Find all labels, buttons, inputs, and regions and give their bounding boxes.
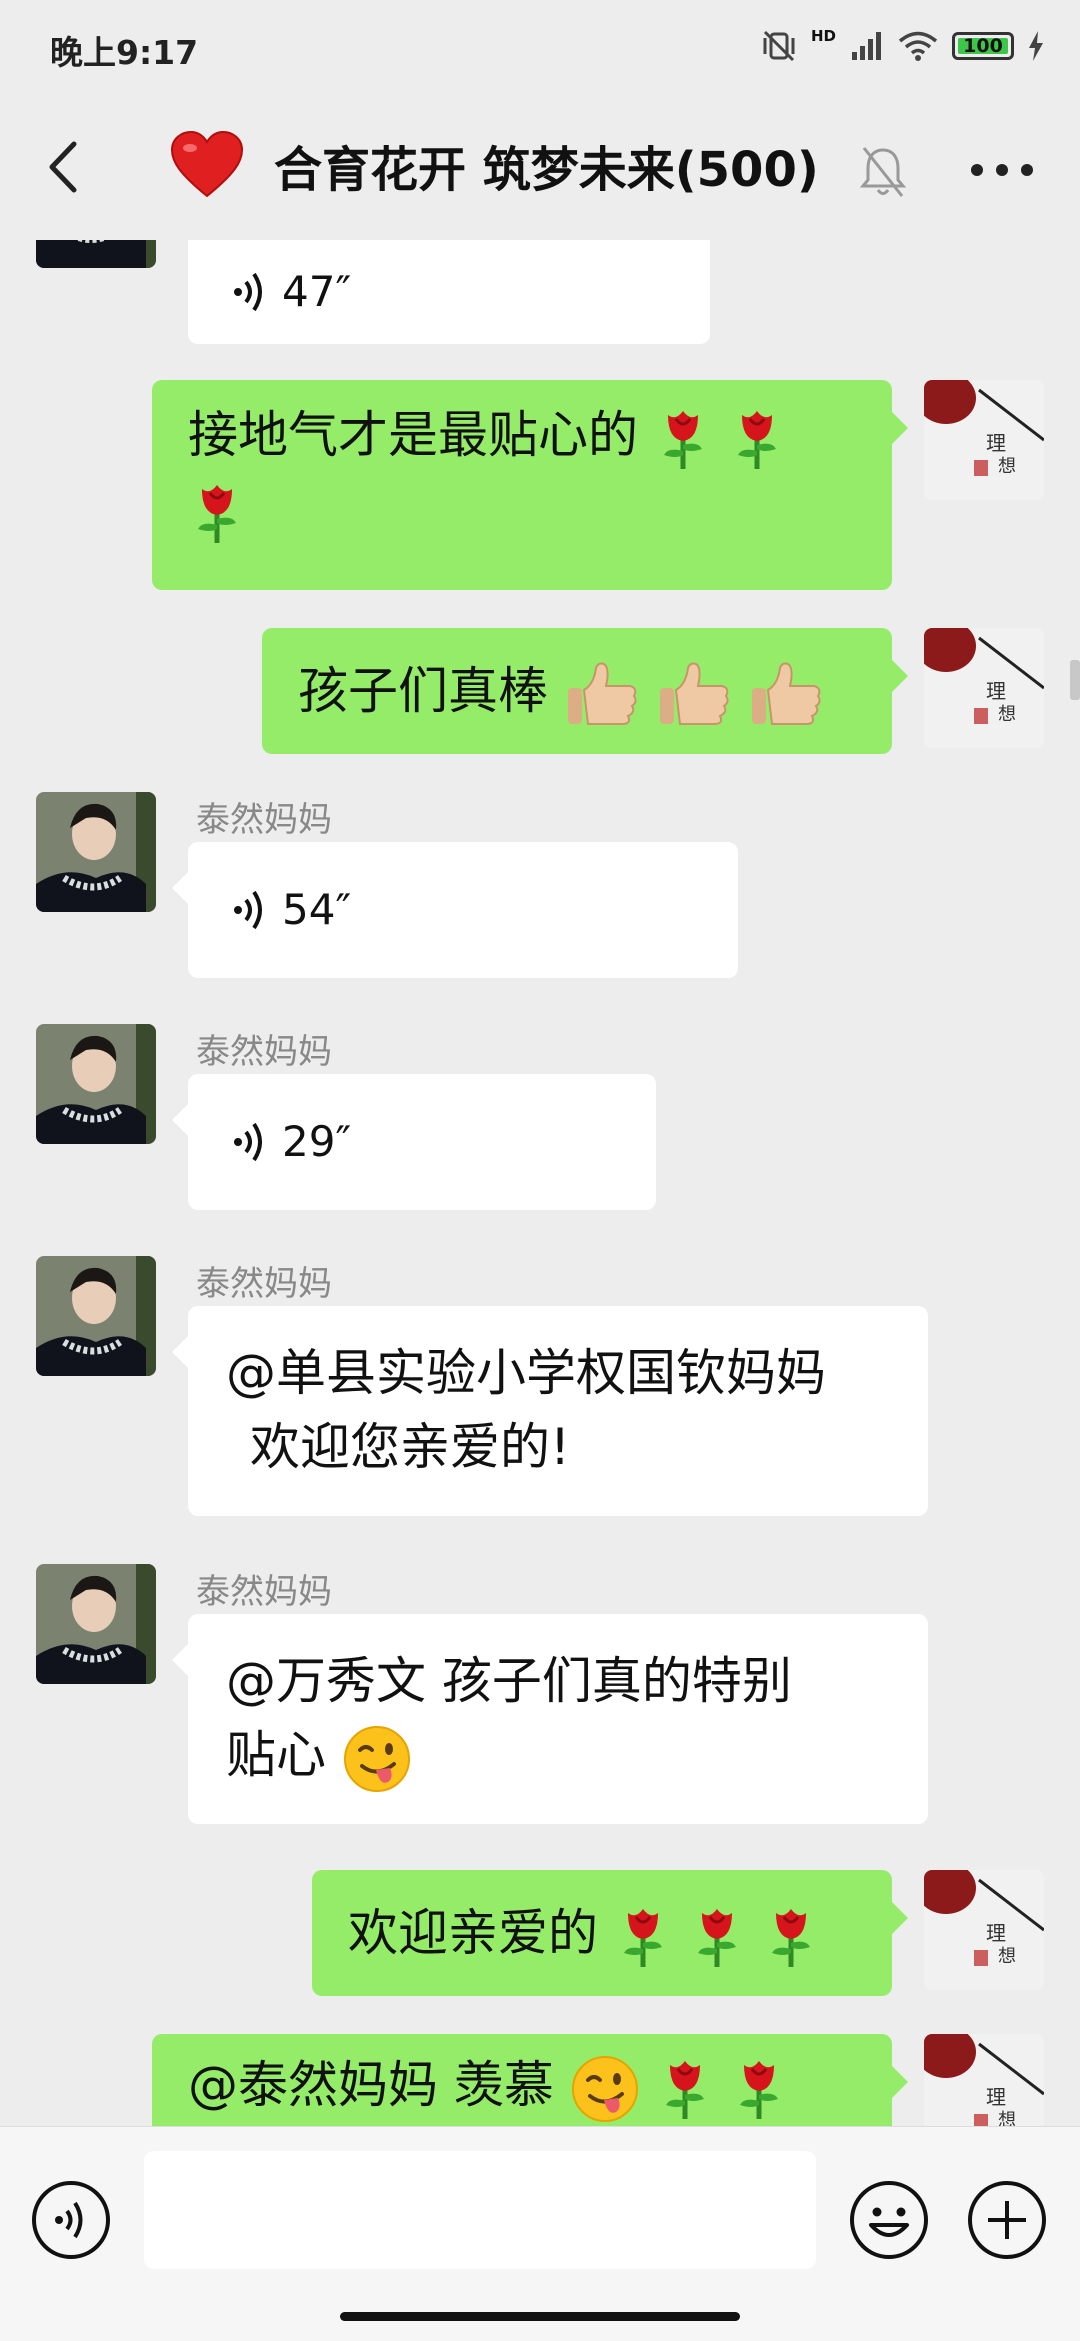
chat-header: 合育花开 筑梦未来(500) bbox=[0, 100, 1080, 240]
rose-emoji-icon bbox=[623, 1908, 662, 1967]
message-text-line: 贴心 bbox=[226, 1726, 326, 1784]
battery-text: 100 bbox=[963, 35, 1003, 57]
voice-wave-icon bbox=[234, 890, 262, 930]
status-bar: 晚上9:17 HD 100 bbox=[0, 0, 1080, 100]
message-text-line: 欢迎您亲爱的! bbox=[250, 1418, 571, 1476]
avatar[interactable] bbox=[36, 1024, 156, 1144]
voice-mode-icon[interactable] bbox=[30, 2179, 112, 2261]
message-item: 泰然妈妈 54″ bbox=[0, 792, 1080, 992]
message-text: @泰然妈妈 羡慕 bbox=[188, 2056, 554, 2114]
text-message[interactable]: 接地气才是最贴心的 bbox=[152, 380, 908, 590]
avatar[interactable]: 理 想 bbox=[924, 2034, 1044, 2126]
avatar[interactable]: 理 想 bbox=[924, 1870, 1044, 1990]
svg-text:想: 想 bbox=[998, 1946, 1016, 1967]
thumbs-up-emoji-icon bbox=[659, 662, 729, 725]
scrollbar-thumb[interactable] bbox=[1070, 660, 1080, 700]
svg-text:想: 想 bbox=[998, 704, 1016, 725]
voice-duration: 54″ bbox=[282, 885, 352, 934]
message-item: 泰然妈妈 29″ bbox=[0, 1024, 1080, 1224]
status-icons: HD 100 bbox=[761, 27, 1044, 64]
message-item: 欢迎亲爱的 理 想 bbox=[0, 1870, 1080, 2010]
status-time: 晚上9:17 bbox=[50, 33, 199, 72]
voice-message[interactable]: 29″ bbox=[172, 1074, 656, 1210]
rose-emoji-icon bbox=[697, 1908, 736, 1967]
svg-text:理: 理 bbox=[986, 431, 1006, 455]
text-message[interactable]: @万秀文 孩子们真的特别 贴心 bbox=[172, 1614, 928, 1824]
rose-emoji-icon bbox=[737, 410, 776, 469]
svg-text:理: 理 bbox=[986, 2085, 1006, 2109]
svg-text:想: 想 bbox=[998, 456, 1016, 477]
plus-icon[interactable] bbox=[966, 2179, 1048, 2261]
message-item: 泰然妈妈 @万秀文 孩子们真的特别 贴心 bbox=[0, 1564, 1080, 1854]
emoji-icon[interactable] bbox=[848, 2179, 930, 2261]
message-item: 泰然妈妈 @单县实验小学权国钦妈妈 欢迎您亲爱的! bbox=[0, 1256, 1080, 1546]
text-message[interactable]: 欢迎亲爱的 bbox=[312, 1870, 908, 1996]
rose-emoji-icon bbox=[771, 1908, 810, 1967]
voice-message[interactable]: 47″ bbox=[188, 240, 710, 344]
red-heart-icon bbox=[170, 130, 244, 198]
network-type: HD bbox=[810, 27, 836, 45]
battery-icon: 100 bbox=[952, 32, 1014, 60]
avatar[interactable] bbox=[36, 1256, 156, 1376]
message-text: 欢迎亲爱的 bbox=[348, 1904, 598, 1962]
sender-name: 泰然妈妈 bbox=[196, 1572, 332, 1612]
rose-emoji-icon bbox=[663, 410, 702, 469]
voice-duration: 29″ bbox=[282, 1117, 352, 1166]
signal-icon bbox=[852, 32, 881, 60]
winking-tongue-emoji-icon bbox=[571, 2055, 638, 2122]
avatar[interactable] bbox=[36, 792, 156, 912]
voice-wave-icon bbox=[234, 1122, 262, 1162]
svg-text:想: 想 bbox=[998, 2110, 1016, 2126]
svg-text:理: 理 bbox=[986, 679, 1006, 703]
winking-tongue-emoji-icon bbox=[343, 1725, 410, 1792]
wifi-icon bbox=[898, 31, 938, 61]
input-bar bbox=[0, 2126, 1080, 2341]
sender-name: 泰然妈妈 bbox=[196, 800, 332, 840]
chat-title-area: 合育花开 筑梦未来(500) bbox=[170, 130, 819, 200]
message-item: 接地气才是最贴心的 理 想 bbox=[0, 380, 1080, 600]
voice-duration: 47″ bbox=[282, 267, 352, 316]
avatar[interactable]: 理 想 bbox=[924, 628, 1044, 748]
rose-emoji-icon bbox=[739, 2060, 778, 2119]
home-indicator[interactable] bbox=[340, 2312, 740, 2321]
avatar[interactable] bbox=[36, 1564, 156, 1684]
back-icon[interactable] bbox=[30, 132, 100, 202]
message-text-line: @万秀文 孩子们真的特别 bbox=[226, 1652, 792, 1710]
text-message[interactable]: 孩子们真棒 bbox=[262, 628, 908, 754]
message-text: 孩子们真棒 bbox=[298, 662, 548, 720]
message-text: 接地气才是最贴心的 bbox=[188, 406, 638, 464]
rose-emoji-icon bbox=[198, 484, 236, 543]
rose-emoji-icon bbox=[665, 2060, 704, 2119]
sender-name: 泰然妈妈 bbox=[196, 1032, 332, 1072]
message-item: 47″ bbox=[0, 240, 1080, 350]
message-text-line: @单县实验小学权国钦妈妈 bbox=[226, 1344, 826, 1402]
text-message[interactable]: @单县实验小学权国钦妈妈 欢迎您亲爱的! bbox=[172, 1306, 928, 1516]
chat-message-list[interactable]: 47″ 接地气才是最贴心的 理 想 孩子们真棒 理 想 泰然妈妈 54″ 泰然妈… bbox=[0, 240, 1080, 2126]
message-item: @泰然妈妈 羡慕 理 想 bbox=[0, 2034, 1080, 2126]
avatar[interactable]: 理 想 bbox=[924, 380, 1044, 500]
voice-wave-icon bbox=[234, 272, 262, 312]
avatar[interactable] bbox=[36, 240, 156, 268]
message-item: 孩子们真棒 理 想 bbox=[0, 628, 1080, 768]
vibrate-off-icon bbox=[763, 30, 795, 62]
svg-text:理: 理 bbox=[986, 1921, 1006, 1945]
sender-name: 泰然妈妈 bbox=[196, 1264, 332, 1304]
message-input[interactable] bbox=[144, 2151, 816, 2269]
text-message[interactable]: @泰然妈妈 羡慕 bbox=[152, 2034, 908, 2126]
chat-title[interactable]: 合育花开 筑梦未来(500) bbox=[274, 130, 819, 200]
voice-message[interactable]: 54″ bbox=[172, 842, 738, 978]
thumbs-up-emoji-icon bbox=[751, 662, 821, 725]
more-dots-icon[interactable] bbox=[962, 150, 1042, 190]
bell-muted-icon bbox=[859, 147, 907, 197]
thumbs-up-emoji-icon bbox=[567, 662, 637, 725]
charging-icon bbox=[1029, 31, 1043, 61]
